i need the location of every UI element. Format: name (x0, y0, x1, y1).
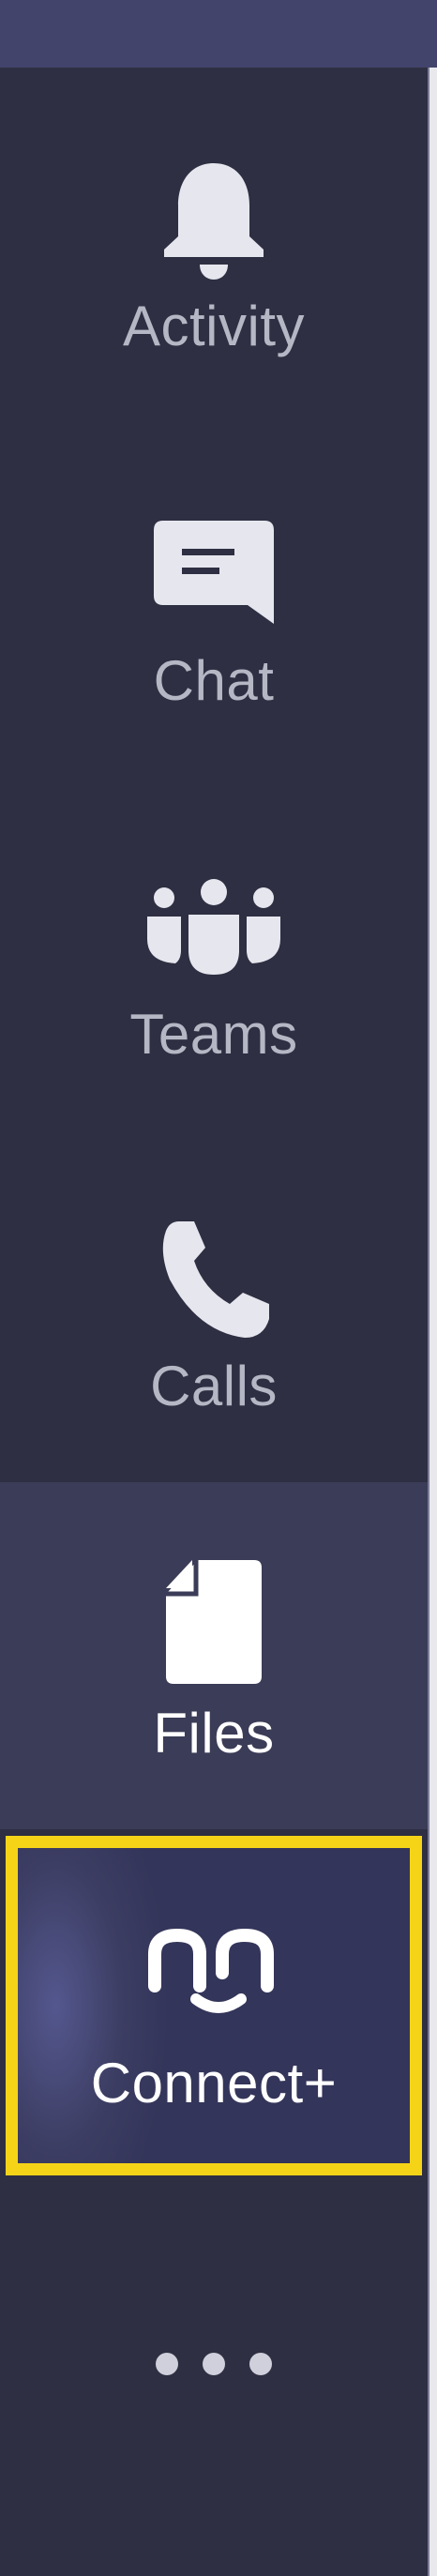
rail-item-label: Activity (122, 295, 306, 357)
more-options-button[interactable] (0, 2289, 428, 2439)
rail-item-calls[interactable]: Calls (0, 1191, 428, 1435)
phone-icon (120, 1209, 308, 1350)
rail-item-chat[interactable]: Chat (0, 486, 428, 730)
bell-icon (120, 149, 308, 290)
rail-item-label: Chat (153, 649, 275, 712)
connect-plus-logo-icon (120, 1897, 308, 2038)
rail-item-activity[interactable]: Activity (0, 131, 428, 375)
file-icon (120, 1547, 308, 1697)
rail-item-label: Files (153, 1702, 275, 1765)
rail-edge-line (428, 68, 429, 2576)
rail-item-files[interactable]: Files (0, 1482, 428, 1829)
rail-item-label: Connect+ (90, 2052, 338, 2114)
rail-item-label: Teams (129, 1003, 298, 1066)
teams-people-icon (120, 857, 308, 998)
rail-item-teams[interactable]: Teams (0, 840, 428, 1083)
top-bar (0, 0, 437, 68)
rail-item-label: Calls (150, 1355, 278, 1417)
chat-bubble-icon (120, 504, 308, 644)
more-options-icon (156, 2353, 272, 2375)
rail-item-connect-plus[interactable]: Connect+ (6, 1836, 422, 2175)
